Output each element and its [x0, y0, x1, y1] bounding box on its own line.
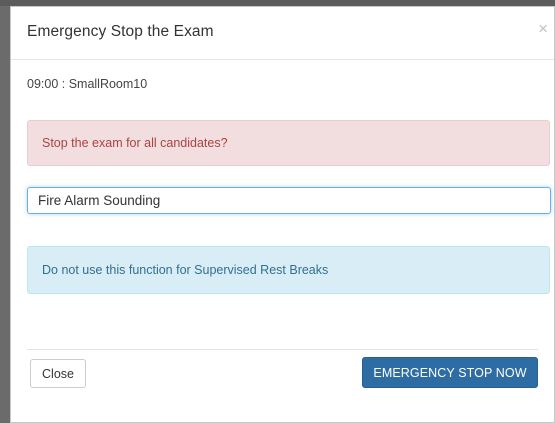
dialog-header: Emergency Stop the Exam × — [11, 7, 554, 60]
emergency-stop-button[interactable]: EMERGENCY STOP NOW — [362, 357, 538, 388]
session-label: 09:00 : SmallRoom10 — [27, 77, 148, 91]
rest-break-info-alert: Do not use this function for Supervised … — [27, 246, 550, 294]
stop-warning-alert: Stop the exam for all candidates? — [27, 120, 550, 166]
close-icon[interactable]: × — [538, 20, 548, 37]
dialog-title: Emergency Stop the Exam — [27, 23, 214, 40]
stop-reason-input[interactable] — [27, 187, 551, 214]
close-button[interactable]: Close — [30, 359, 86, 388]
footer-divider — [27, 349, 538, 350]
